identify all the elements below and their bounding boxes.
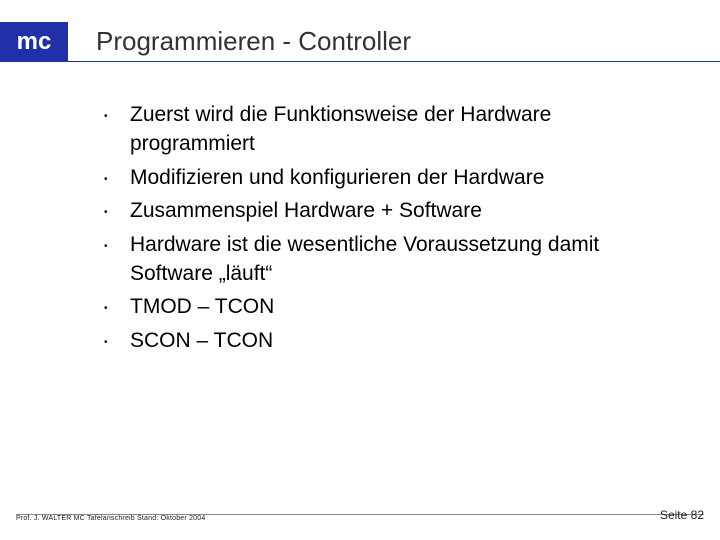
list-item: Zusammenspiel Hardware + Software <box>100 196 680 225</box>
logo-badge: mc <box>0 22 68 62</box>
bullet-list: Zuerst wird die Funktionsweise der Hardw… <box>100 100 680 355</box>
list-item: Hardware ist die wesentliche Voraussetzu… <box>100 230 680 289</box>
list-item: TMOD – TCON <box>100 292 680 321</box>
slide-body: Zuerst wird die Funktionsweise der Hardw… <box>100 100 680 359</box>
list-item: Modifizieren und konfigurieren der Hardw… <box>100 163 680 192</box>
list-item: SCON – TCON <box>100 326 680 355</box>
slide-header: mc Programmieren - Controller <box>0 22 720 62</box>
title-underline <box>68 61 720 62</box>
footer-left-text: Prof. J. WALTER MC Tafelanschreib Stand:… <box>16 515 205 522</box>
list-item: Zuerst wird die Funktionsweise der Hardw… <box>100 100 680 159</box>
page-number: Seite 82 <box>660 508 704 522</box>
slide-title: Programmieren - Controller <box>96 26 411 57</box>
slide: mc Programmieren - Controller Zuerst wir… <box>0 0 720 540</box>
